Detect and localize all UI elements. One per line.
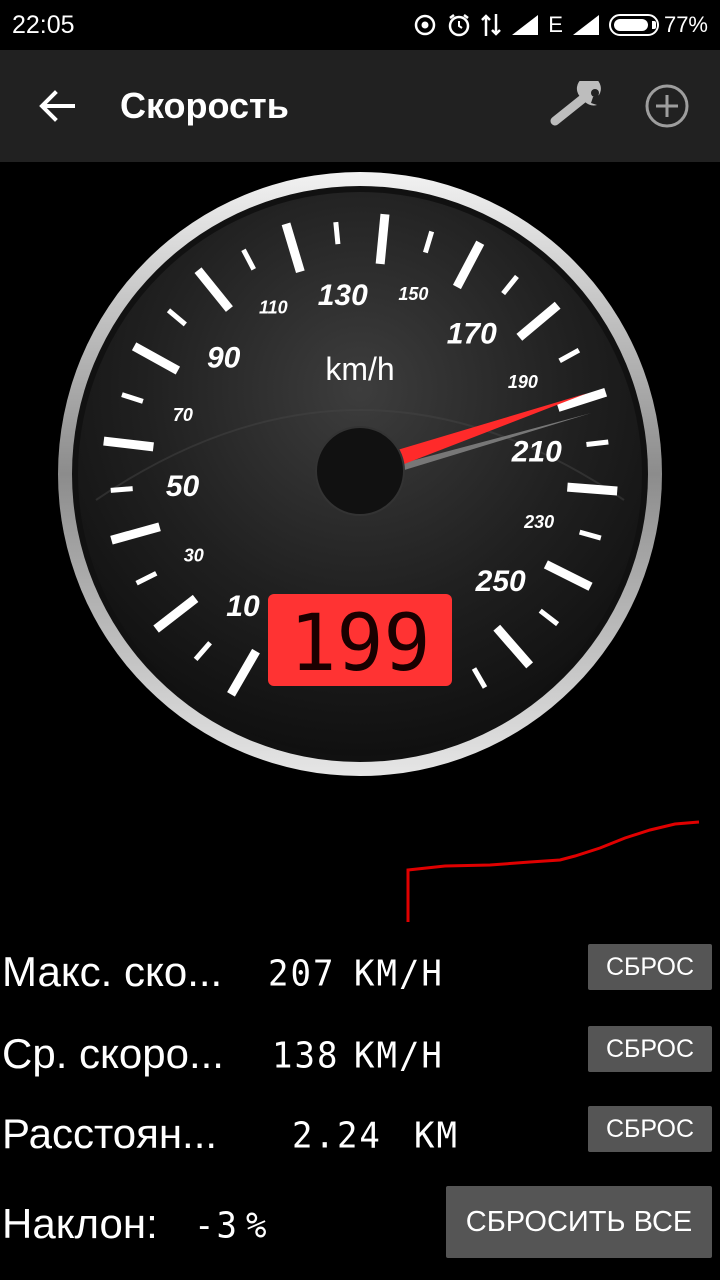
gauge-tick-label: 170 xyxy=(447,317,497,350)
gauge-tick xyxy=(567,482,618,496)
gauge-tick xyxy=(333,221,341,245)
max-speed-value: 207 xyxy=(268,953,336,995)
sync-icon xyxy=(412,12,438,38)
status-icons: E 77% xyxy=(412,12,708,38)
back-button[interactable] xyxy=(22,71,92,141)
signal-icon-2 xyxy=(571,13,601,37)
arrow-back-icon xyxy=(39,90,75,122)
incline-unit: % xyxy=(246,1205,269,1247)
data-transfer-icon xyxy=(480,12,502,38)
gauge-tick xyxy=(375,213,390,265)
distance-unit: KM xyxy=(414,1115,459,1157)
gauge-tick-label: 250 xyxy=(475,565,526,598)
network-type: E xyxy=(548,12,563,37)
incline-value: -3 xyxy=(194,1205,239,1247)
status-time: 22:05 xyxy=(12,10,75,39)
gauge-tick-label: 230 xyxy=(523,512,554,532)
speed-display-value: 199 xyxy=(290,599,431,689)
add-circle-icon xyxy=(645,84,689,128)
status-bar: 22:05 E 77% xyxy=(0,0,720,50)
reset-distance-button[interactable]: СБРОС xyxy=(588,1106,712,1152)
settings-button[interactable] xyxy=(544,71,614,141)
avg-speed-label: Ср. скоро... xyxy=(2,1030,224,1077)
app-bar: Скорость xyxy=(0,50,720,162)
speed-unit-label: km/h xyxy=(325,351,394,387)
gauge-tick-label: 130 xyxy=(318,279,368,312)
avg-speed-value: 138 xyxy=(272,1035,340,1077)
gauge-tick-label: 50 xyxy=(166,470,200,503)
battery-percent: 77% xyxy=(663,12,708,37)
max-speed-label: Макс. ско... xyxy=(2,948,223,995)
gauge-tick-label: 10 xyxy=(226,590,260,623)
gauge-tick-label: 90 xyxy=(207,342,241,375)
avg-speed-row: Ср. скоро... 138 KM/H СБРОС xyxy=(0,1026,720,1086)
needle-hub xyxy=(315,426,405,516)
page-title: Скорость xyxy=(120,85,289,126)
max-speed-unit: KM/H xyxy=(354,953,444,995)
reset-avg-speed-button[interactable]: СБРОС xyxy=(588,1026,712,1072)
distance-row: Расстоян... 2.24 KM СБРОС xyxy=(0,1106,720,1166)
max-speed-row: Макс. ско... 207 KM/H СБРОС xyxy=(0,944,720,1004)
gauge-tick-label: 150 xyxy=(398,284,428,304)
signal-icon xyxy=(510,13,540,37)
gauge-tick-label: 30 xyxy=(184,545,204,565)
gauge-tick xyxy=(103,436,154,452)
gauge-tick-label: 210 xyxy=(511,435,562,468)
gauge-tick xyxy=(586,439,609,448)
wrench-icon xyxy=(550,81,601,126)
speed-history-graph xyxy=(406,820,700,922)
reset-all-button[interactable]: СБРОСИТЬ ВСЕ xyxy=(446,1186,712,1258)
battery-icon xyxy=(608,14,659,36)
gauge-tick-label: 190 xyxy=(508,372,538,392)
avg-speed-unit: KM/H xyxy=(354,1035,444,1077)
incline-label: Наклон: xyxy=(2,1200,158,1247)
add-button[interactable] xyxy=(632,71,702,141)
gauge-tick-label: 110 xyxy=(259,297,288,317)
reset-max-speed-button[interactable]: СБРОС xyxy=(588,944,712,990)
distance-label: Расстоян... xyxy=(2,1110,218,1157)
gauge-tick xyxy=(110,486,133,493)
distance-value: 2.24 xyxy=(292,1115,382,1157)
speedometer-gauge: 1030507090110 130 150170190210230250 km/h … xyxy=(58,172,662,776)
speed-history-line xyxy=(406,820,700,922)
alarm-icon xyxy=(446,12,472,38)
gauge-tick-label: 70 xyxy=(173,405,193,425)
